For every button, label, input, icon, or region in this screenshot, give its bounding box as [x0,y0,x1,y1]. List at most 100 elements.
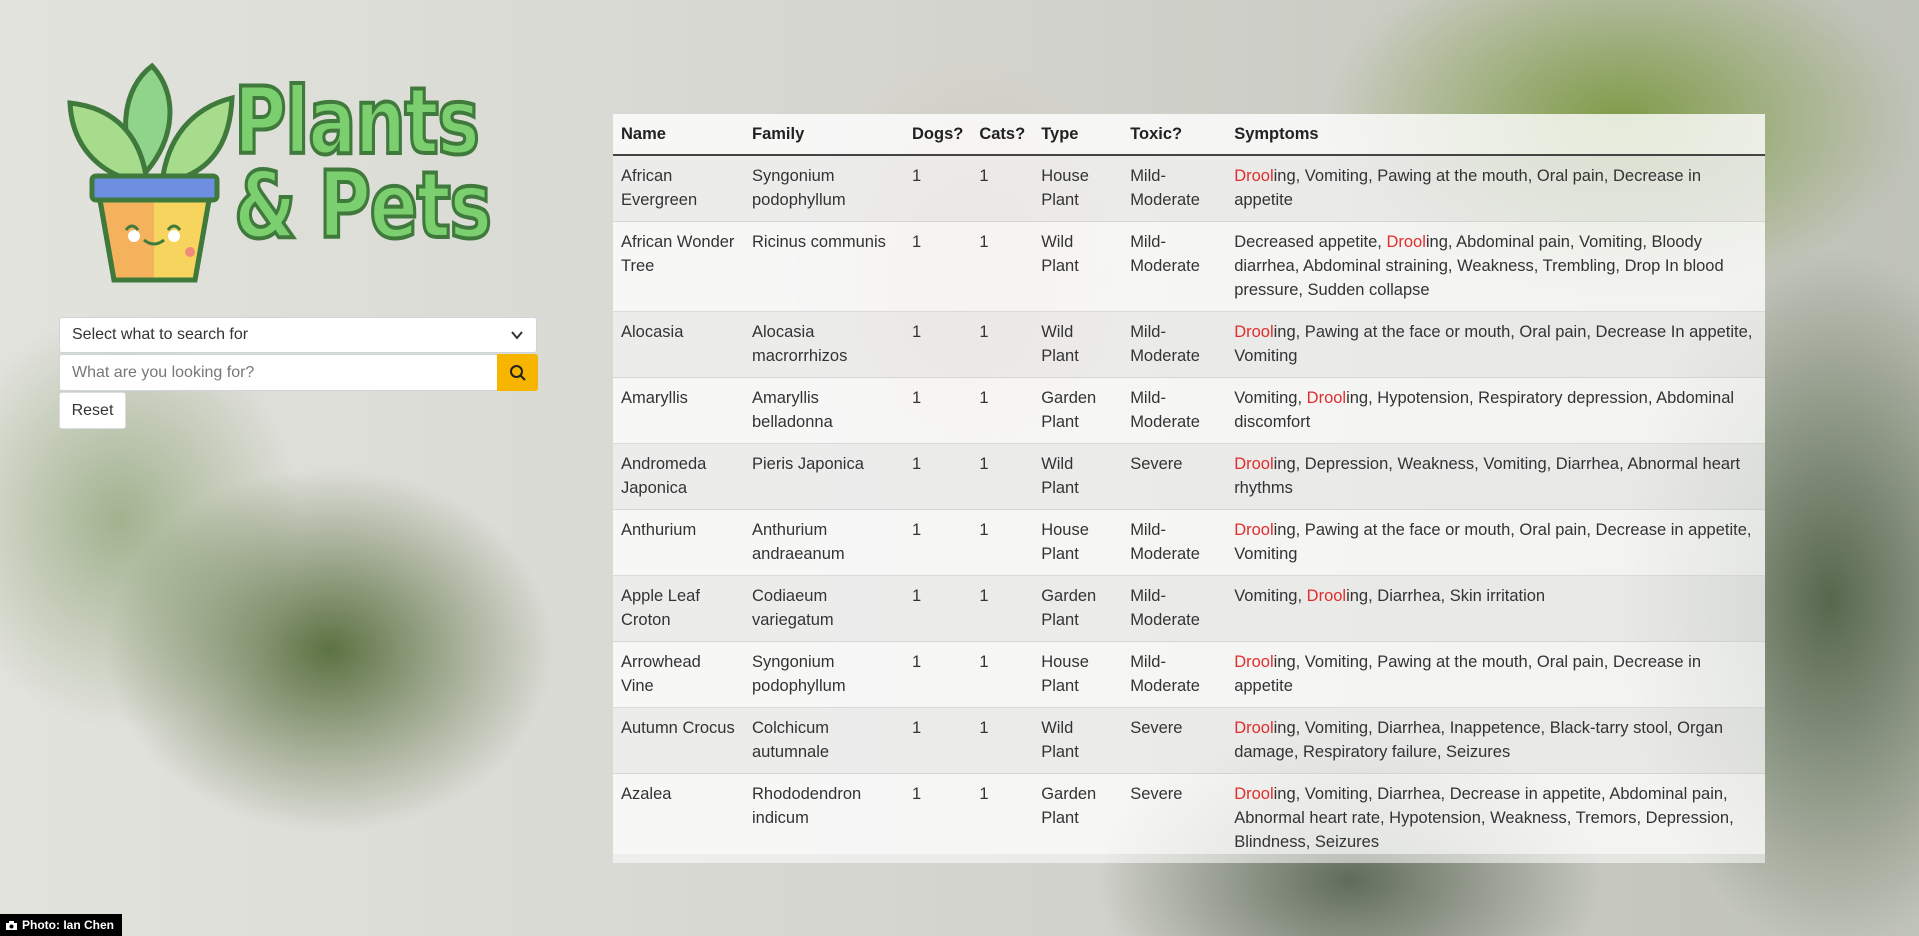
plants-table: Name Family Dogs? Cats? Type Toxic? Symp… [613,114,1765,863]
cell-type: House Plant [1033,641,1123,708]
header-symptoms[interactable]: Symptoms [1226,114,1765,156]
cell-dogs: 1 [904,641,972,708]
logo-line-2: & Pets [232,152,493,259]
cell-dogs: 1 [904,707,972,774]
table-row: African Evergreen Syngonium podophyllum 1 1… [613,154,1765,222]
cell-family: Ricinus communis [744,221,904,312]
cell-cats: 1 [971,641,1034,708]
symptoms-text: ing, Pawing at the face or mouth, Oral p… [1234,323,1753,365]
symptoms-highlight: Drool [1234,323,1274,341]
symptoms-highlight: Drool [1234,653,1274,671]
symptoms-highlight: Drool [1234,455,1274,473]
cell-toxic: Mild-Moderate [1122,311,1227,378]
table-row: Arrowhead Vine Syngonium podophyllum 1 1 Hou… [613,641,1765,708]
cell-toxic: Severe [1122,443,1227,510]
search-bar [59,354,538,391]
cell-family: Amaryllis belladonna [744,377,904,444]
symptoms-highlight: Drool [1234,785,1274,803]
table-row: Anthurium Anthurium andraeanum 1 1 House Pla… [613,509,1765,576]
cell-cats: 1 [971,311,1034,378]
search-icon [509,364,526,381]
table-row: Apple Leaf Croton Codiaeum variegatum 1 1 Ga… [613,575,1765,642]
cell-symptoms: Drooling, Vomiting, Pawing at the mouth,… [1226,641,1765,708]
symptoms-text: ing, Vomiting, Pawing at the mouth, Oral… [1234,653,1702,695]
cell-toxic: Mild-Moderate [1122,154,1227,222]
header-dogs[interactable]: Dogs? [904,114,972,156]
cell-name: Apple Leaf Croton [613,575,744,642]
symptoms-highlight: Drool [1306,389,1347,407]
cell-symptoms: Drooling, Depression, Weakness, Vomiting… [1226,443,1765,510]
photo-credit-label: Photo: Ian Chen [22,918,114,932]
search-button[interactable] [497,354,538,391]
cell-cats: 1 [971,221,1034,312]
cell-cats: 1 [971,707,1034,774]
symptoms-highlight: Drool [1386,233,1426,251]
header-family[interactable]: Family [744,114,904,156]
cell-toxic: Mild-Moderate [1122,641,1227,708]
reset-button[interactable]: Reset [59,392,126,429]
symptoms-text: ing, Diarrhea, Skin irritation [1346,587,1546,605]
cell-type: Wild Plant [1033,707,1123,774]
cell-type: Garden Plant [1033,575,1123,642]
cell-toxic: Severe [1122,773,1227,863]
search-category-label: Select what to search for [72,326,249,343]
cell-cats: 1 [971,154,1034,222]
symptoms-text: ing, Pawing at the face or mouth, Oral p… [1234,521,1752,563]
search-category-select[interactable]: Select what to search for [59,317,537,353]
plants-and-pets-logo[interactable]: Plants & Pets [62,58,502,288]
symptoms-text: ing, Depression, Weakness, Vomiting, Dia… [1234,455,1741,497]
cell-family: Pieris Japonica [744,443,904,510]
plants-table-container: Name Family Dogs? Cats? Type Toxic? Symp… [613,114,1765,863]
cell-type: House Plant [1033,509,1123,576]
cell-symptoms: Decreased appetite, Drooling, Abdominal … [1226,221,1765,312]
cell-name: Amaryllis [613,377,744,444]
cell-name: Arrowhead Vine [613,641,744,708]
cell-symptoms: Drooling, Pawing at the face or mouth, O… [1226,311,1765,378]
header-name[interactable]: Name [613,114,744,156]
cell-symptoms: Drooling, Vomiting, Diarrhea, Decrease i… [1226,773,1765,863]
cell-dogs: 1 [904,377,972,444]
cell-family: Colchicum autumnale [744,707,904,774]
cell-family: Rhododendron indicum [744,773,904,863]
header-cats[interactable]: Cats? [971,114,1034,156]
cell-toxic: Mild-Moderate [1122,509,1227,576]
cell-cats: 1 [971,575,1034,642]
symptoms-text: Vomiting, [1234,587,1307,605]
cell-family: Syngonium podophyllum [744,641,904,708]
cell-type: Garden Plant [1033,773,1123,863]
cell-symptoms: Vomiting, Drooling, Hypotension, Respira… [1226,377,1765,444]
cell-dogs: 1 [904,443,972,510]
logo-wordmark: Plants & Pets [232,74,493,259]
symptoms-text: ing, Vomiting, Diarrhea, Decrease in app… [1234,785,1734,851]
search-input[interactable] [59,354,497,391]
cell-symptoms: Drooling, Vomiting, Pawing at the mouth,… [1226,154,1765,222]
cell-family: Alocasia macrorrhizos [744,311,904,378]
photo-credit[interactable]: Photo: Ian Chen [0,914,122,936]
cell-name: African Wonder Tree [613,221,744,312]
symptoms-highlight: Drool [1234,521,1274,539]
cell-dogs: 1 [904,221,972,312]
cell-family: Anthurium andraeanum [744,509,904,576]
cell-name: Autumn Crocus [613,707,744,774]
cell-dogs: 1 [904,509,972,576]
cell-type: Garden Plant [1033,377,1123,444]
cell-name: Alocasia [613,311,744,378]
symptoms-highlight: Drool [1234,167,1274,185]
header-type[interactable]: Type [1033,114,1123,156]
cell-family: Codiaeum variegatum [744,575,904,642]
chevron-down-icon [511,331,523,340]
cell-type: House Plant [1033,154,1123,222]
cell-name: African Evergreen [613,154,744,222]
symptoms-text: ing, Vomiting, Pawing at the mouth, Oral… [1234,167,1702,209]
cell-dogs: 1 [904,311,972,378]
header-toxic[interactable]: Toxic? [1122,114,1227,156]
cell-toxic: Mild-Moderate [1122,221,1227,312]
cell-family: Syngonium podophyllum [744,154,904,222]
cell-type: Wild Plant [1033,311,1123,378]
table-row: Autumn Crocus Colchicum autumnale 1 1 Wild P… [613,707,1765,774]
symptoms-highlight: Drool [1306,587,1347,605]
cell-type: Wild Plant [1033,443,1123,510]
camera-icon [6,921,17,930]
cell-symptoms: Vomiting, Drooling, Diarrhea, Skin irrit… [1226,575,1765,642]
cell-name: Azalea [613,773,744,863]
